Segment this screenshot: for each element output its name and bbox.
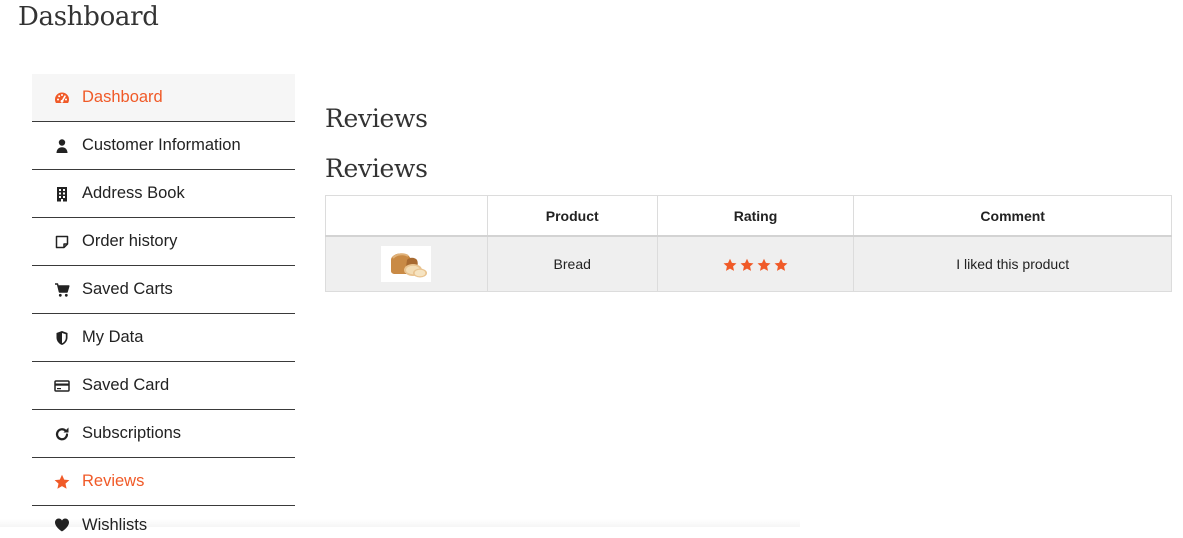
sidebar-item-address-book[interactable]: Address Book	[32, 170, 295, 218]
sidebar-item-my-data[interactable]: My Data	[32, 314, 295, 362]
bread-thumbnail[interactable]	[381, 246, 432, 282]
sidebar-item-label: Reviews	[82, 472, 145, 490]
credit-card-icon	[53, 377, 71, 395]
star-icon	[53, 473, 71, 491]
rating-star-icon	[723, 258, 737, 272]
sidebar-item-label: Saved Card	[82, 376, 170, 394]
sidebar-item-subscriptions[interactable]: Subscriptions	[32, 410, 295, 458]
rating-star-icon	[757, 258, 771, 272]
sidebar-item-label: Order history	[82, 232, 178, 250]
dashboard-icon	[53, 89, 71, 107]
page-title: Dashboard	[18, 2, 159, 32]
rating-star-icon	[774, 258, 788, 272]
column-header-image	[325, 195, 488, 237]
user-icon	[53, 137, 71, 155]
rating-cell	[656, 235, 855, 292]
rating-star-icon	[740, 258, 754, 272]
column-header-comment: Comment	[853, 195, 1172, 237]
sidebar-item-order-history[interactable]: Order history	[32, 218, 295, 266]
column-header-product: Product	[486, 195, 658, 237]
sidebar-item-label: Dashboard	[82, 88, 163, 106]
star-rating	[723, 258, 788, 272]
sidebar-item-saved-carts[interactable]: Saved Carts	[32, 266, 295, 314]
table-row: Bread I liked this product	[325, 235, 1172, 292]
sidebar-item-saved-card[interactable]: Saved Card	[32, 362, 295, 410]
bottom-fade	[0, 519, 800, 527]
note-icon	[53, 233, 71, 251]
product-image-cell	[325, 235, 488, 292]
sidebar-item-label: Saved Carts	[82, 280, 173, 298]
comment-cell: I liked this product	[853, 235, 1172, 292]
table-heading: Reviews	[325, 154, 428, 183]
column-header-rating: Rating	[656, 195, 855, 237]
refresh-icon	[53, 425, 71, 443]
reviews-table: Product Rating Comment Bread I liked thi…	[325, 195, 1172, 292]
sidebar-item-reviews[interactable]: Reviews	[32, 458, 295, 506]
sidebar-item-label: Address Book	[82, 184, 185, 202]
cart-icon	[53, 281, 71, 299]
section-heading: Reviews	[325, 104, 428, 133]
product-cell[interactable]: Bread	[486, 235, 658, 292]
shield-icon	[53, 329, 71, 347]
table-header-row: Product Rating Comment	[325, 195, 1172, 237]
building-icon	[53, 185, 71, 203]
sidebar-item-label: Subscriptions	[82, 424, 182, 442]
sidebar-item-customer-information[interactable]: Customer Information	[32, 122, 295, 170]
account-sidebar: Dashboard Customer Information Address B…	[32, 74, 295, 538]
sidebar-item-dashboard[interactable]: Dashboard	[32, 74, 295, 122]
sidebar-item-label: My Data	[82, 328, 144, 346]
sidebar-item-label: Customer Information	[82, 136, 241, 154]
